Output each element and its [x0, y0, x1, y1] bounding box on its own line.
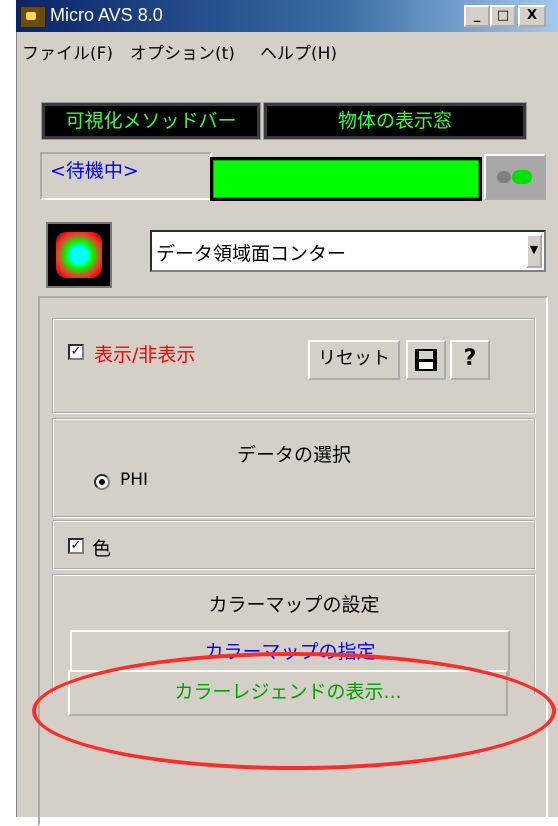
- colormap-settings-title: カラーマップの設定: [208, 594, 380, 616]
- title-bar: Micro AVS 8.0 _ □ X: [16, 0, 558, 32]
- reset-button[interactable]: リセット: [308, 340, 400, 380]
- display-toggle-label: 表示/非表示: [94, 344, 196, 366]
- green-light-icon: [512, 170, 532, 184]
- menu-options[interactable]: オプション(t): [130, 39, 235, 64]
- color-section: ✓ 色: [52, 520, 536, 570]
- save-icon: [415, 349, 437, 371]
- status-text: <待機中>: [40, 152, 212, 200]
- maximize-button[interactable]: □: [490, 5, 516, 27]
- color-legend-button[interactable]: カラーレジェンドの表示...: [68, 670, 508, 716]
- display-section: ✓ 表示/非表示 リセット ?: [52, 318, 536, 414]
- save-button[interactable]: [406, 340, 446, 380]
- main-window: Micro AVS 8.0 _ □ X ファイル(F) オプション(t) ヘルプ…: [14, 0, 558, 826]
- progress-fill: [213, 160, 479, 198]
- app-icon: [20, 6, 46, 28]
- menu-help[interactable]: ヘルプ(H): [260, 39, 337, 64]
- module-select-value: データ領域面コンター: [156, 243, 347, 265]
- progress-bar: [210, 157, 482, 201]
- gray-light-icon: [497, 171, 511, 183]
- phi-label: PHI: [120, 470, 149, 490]
- close-button[interactable]: X: [518, 5, 546, 27]
- help-button[interactable]: ?: [450, 340, 490, 380]
- menu-file[interactable]: ファイル(F): [22, 39, 113, 64]
- contour-module-icon: [46, 222, 112, 288]
- module-select[interactable]: データ領域面コンター ▼: [150, 230, 546, 272]
- window-title: Micro AVS 8.0: [50, 5, 163, 25]
- data-selection-title: データの選択: [236, 444, 351, 466]
- object-display-window-button[interactable]: 物体の表示窓: [263, 102, 527, 140]
- data-selection-section: データの選択 PHI: [52, 418, 536, 518]
- status-indicator-button[interactable]: [484, 154, 546, 200]
- chevron-down-icon[interactable]: ▼: [526, 234, 542, 268]
- status-label: <待機中>: [50, 160, 139, 182]
- menu-bar: ファイル(F) オプション(t) ヘルプ(H): [16, 32, 558, 66]
- color-checkbox[interactable]: ✓: [68, 538, 84, 554]
- visualization-method-bar-button[interactable]: 可視化メソッドバー: [41, 102, 261, 140]
- display-checkbox[interactable]: ✓: [68, 344, 84, 360]
- color-label: 色: [92, 538, 112, 560]
- minimize-button[interactable]: _: [464, 5, 490, 27]
- phi-radio[interactable]: [94, 474, 110, 490]
